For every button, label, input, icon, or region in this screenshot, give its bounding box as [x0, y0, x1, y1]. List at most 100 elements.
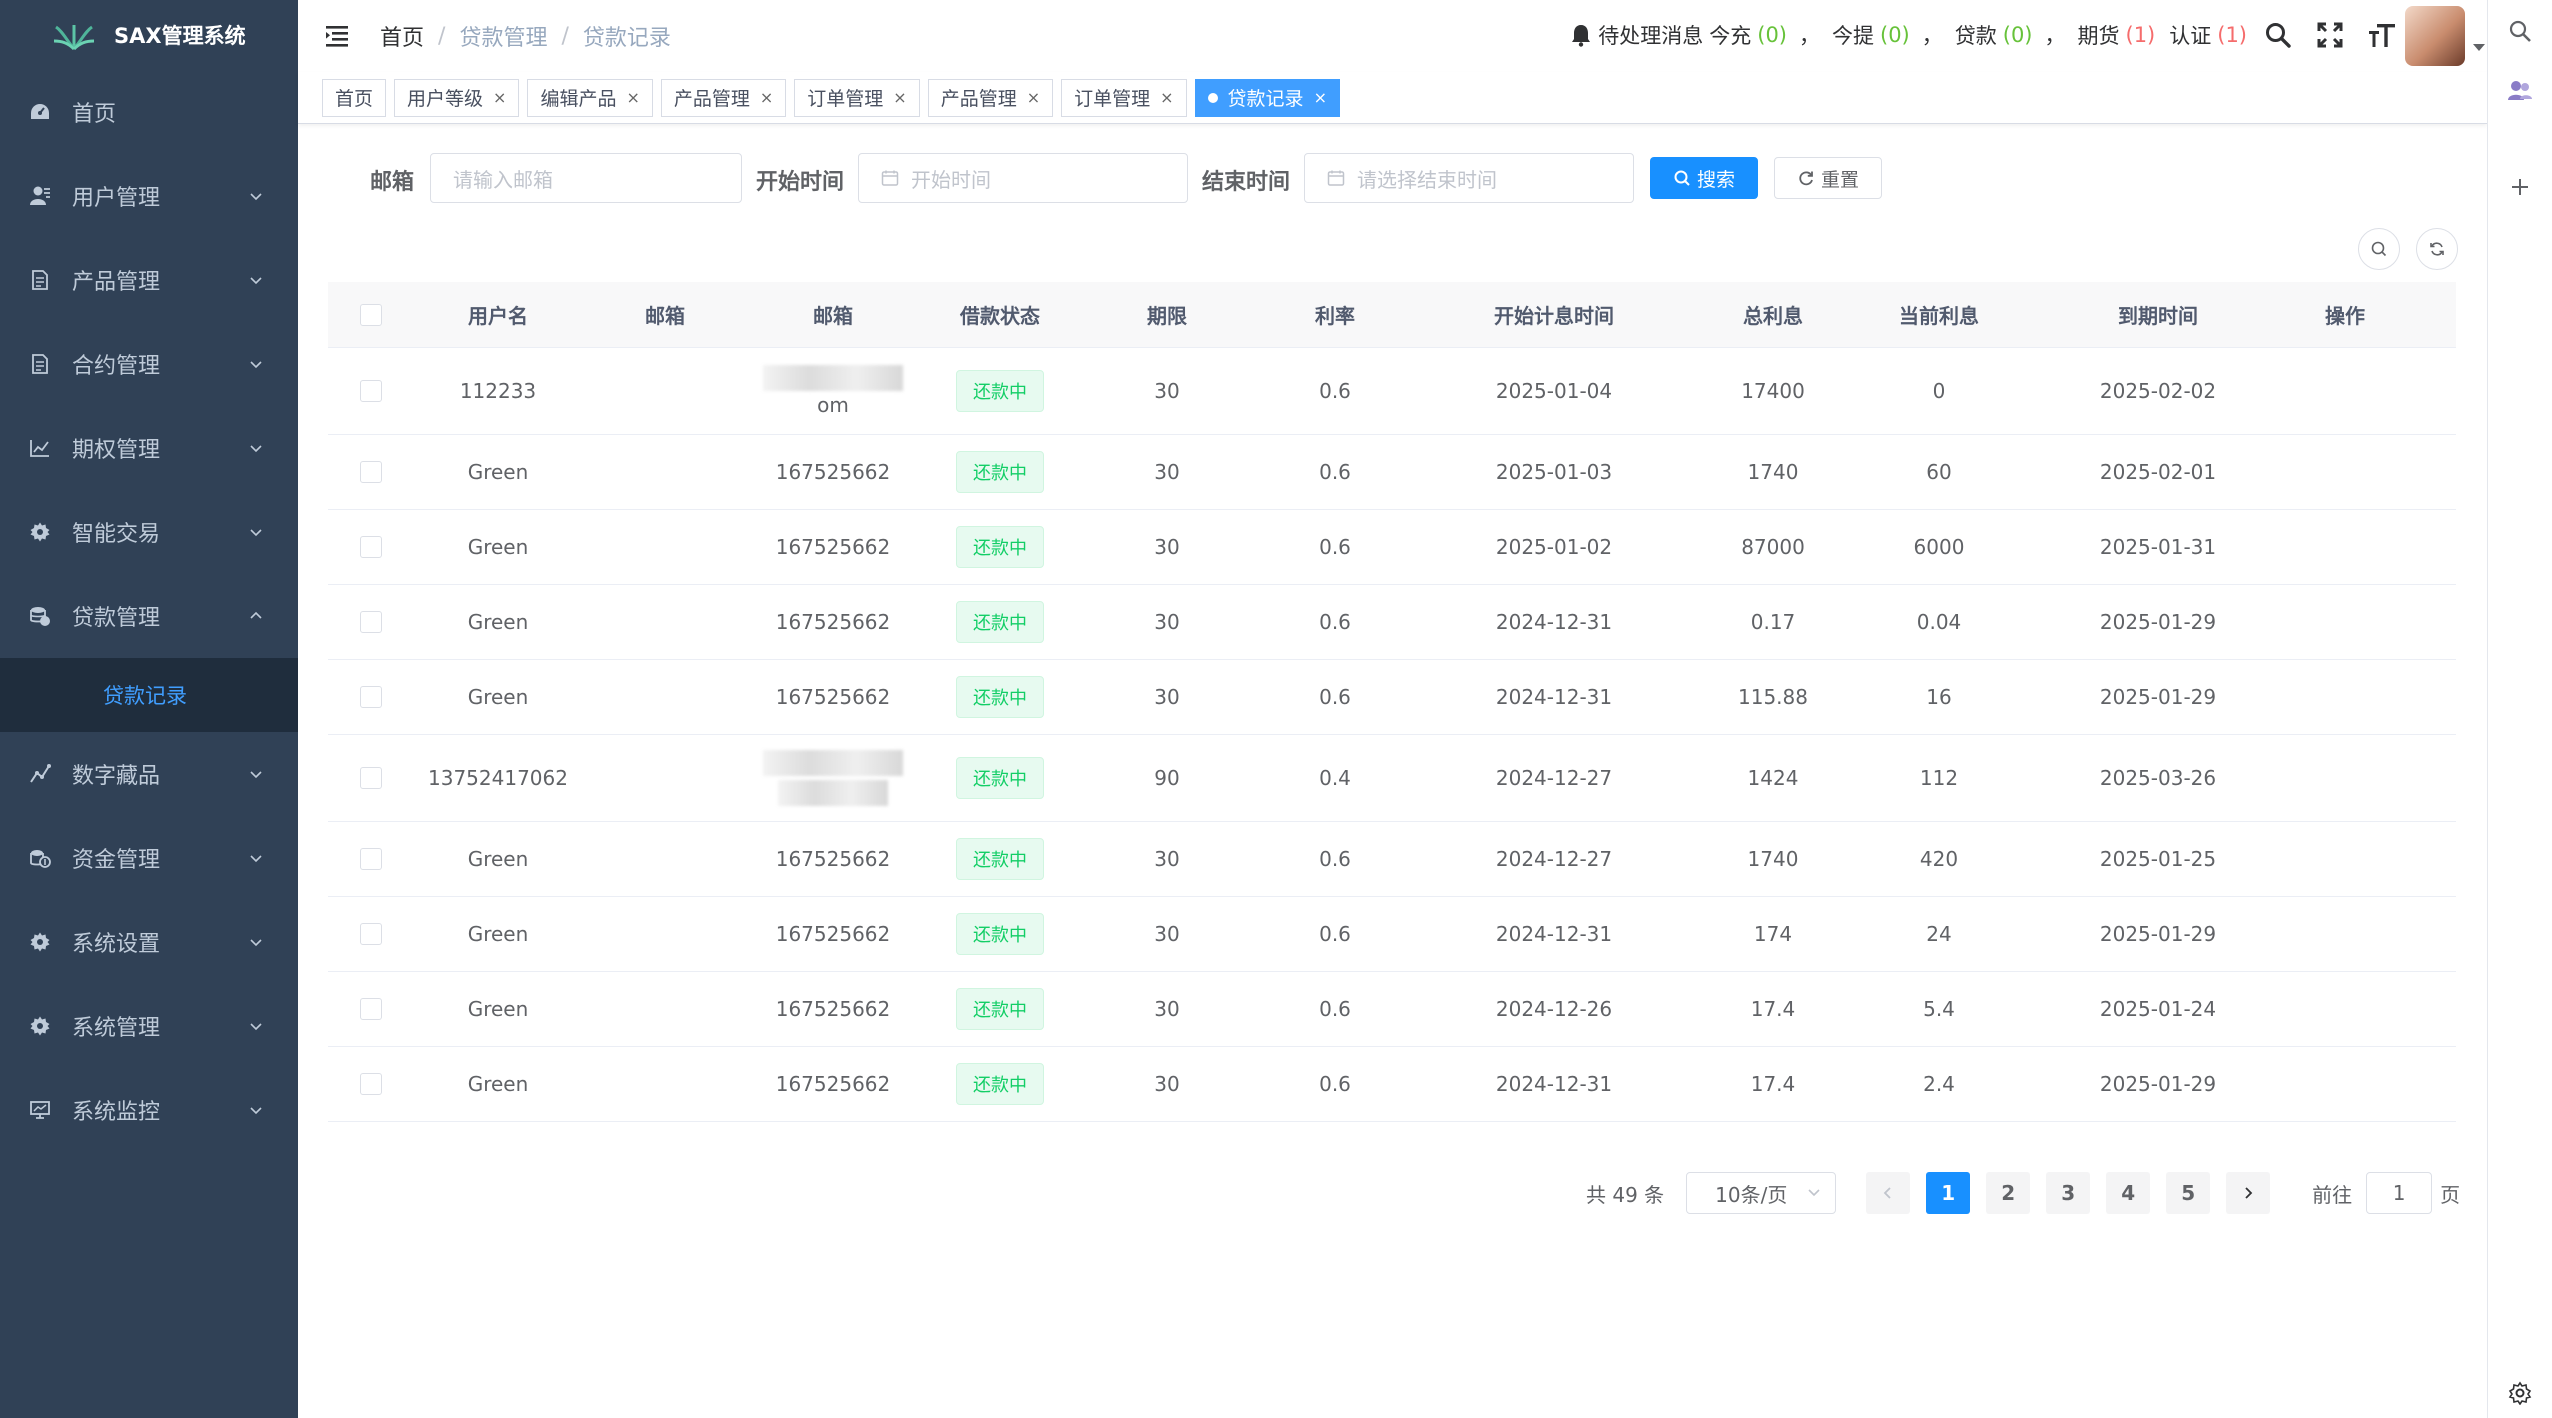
header-username[interactable]: 用户名: [414, 300, 582, 329]
row-checkbox[interactable]: [360, 611, 382, 633]
header-due-time[interactable]: 到期时间: [2022, 300, 2294, 329]
close-icon[interactable]: ×: [1160, 88, 1173, 107]
tag-item[interactable]: 产品管理 ×: [660, 78, 787, 117]
tag-item[interactable]: 编辑产品 ×: [527, 78, 653, 117]
tag-item[interactable]: 产品管理 ×: [927, 78, 1054, 117]
header-start-time[interactable]: 开始计息时间: [1418, 300, 1690, 329]
tag-item[interactable]: 用户等级 ×: [394, 78, 520, 117]
row-checkbox[interactable]: [360, 848, 382, 870]
header-email[interactable]: 邮箱: [748, 300, 918, 329]
start-time-placeholder: 开始时间: [911, 167, 991, 192]
tag-item[interactable]: 贷款记录 ×: [1194, 78, 1340, 117]
next-page-button[interactable]: [2226, 1172, 2271, 1214]
prev-page-button[interactable]: [1866, 1172, 1911, 1214]
close-icon[interactable]: ×: [760, 88, 773, 107]
header-loan-status[interactable]: 借款状态: [918, 300, 1082, 329]
tag-item[interactable]: 订单管理 ×: [1061, 78, 1187, 117]
rate-cell: 0.6: [1319, 379, 1351, 403]
sidebar-item-system-management[interactable]: 系统管理: [0, 984, 298, 1068]
search-button[interactable]: 搜索: [1650, 157, 1758, 199]
sidebar-subitem-label: 贷款记录: [103, 684, 187, 708]
page-button[interactable]: 3: [2046, 1172, 2091, 1214]
tag-item[interactable]: 订单管理 ×: [794, 78, 920, 117]
header-rate[interactable]: 利率: [1252, 300, 1418, 329]
table-row[interactable]: 112233 om 还款中 30 0.6 2025-01-04 17400 0 2025-02-…: [328, 348, 2456, 435]
close-icon[interactable]: ×: [1314, 88, 1327, 107]
sidebar-item-smart-trading[interactable]: 智能交易: [0, 490, 298, 574]
table-row[interactable]: Green 167525662 还款中 30 0.6 2025-01-03 1740 60 20…: [328, 435, 2456, 510]
table-row[interactable]: Green 167525662 还款中 30 0.6 2024-12-27 1740 420 2…: [328, 822, 2456, 897]
caret-down-icon[interactable]: [2473, 44, 2485, 51]
close-icon[interactable]: ×: [493, 88, 506, 107]
table-row[interactable]: Green 167525662 还款中 30 0.6 2024-12-31 0.17 0.04…: [328, 585, 2456, 660]
email-input[interactable]: 请输入邮箱: [430, 153, 742, 203]
header-term[interactable]: 期限: [1082, 300, 1252, 329]
close-icon[interactable]: ×: [626, 88, 639, 107]
sidebar-item-option-management[interactable]: 期权管理: [0, 406, 298, 490]
toggle-search-button[interactable]: [2358, 228, 2400, 270]
page-button[interactable]: 4: [2106, 1172, 2151, 1214]
start-time-picker[interactable]: 开始时间: [858, 153, 1188, 203]
row-checkbox[interactable]: [360, 767, 382, 789]
table-row[interactable]: 13752417062 还款中 90 0.4 2024-12-27 1424 112 2025…: [328, 735, 2456, 822]
table-row[interactable]: Green 167525662 还款中 30 0.6 2024-12-31 174 24 202…: [328, 897, 2456, 972]
close-icon[interactable]: ×: [893, 88, 906, 107]
sidebar-item-system-settings[interactable]: 系统设置: [0, 900, 298, 984]
close-icon[interactable]: ×: [1027, 88, 1040, 107]
hamburger-icon[interactable]: [324, 22, 352, 50]
row-checkbox[interactable]: [360, 923, 382, 945]
sidebar-item-fund-management[interactable]: 资金管理: [0, 816, 298, 900]
header-total-interest[interactable]: 总利息: [1690, 300, 1856, 329]
sidebar-subitem-loan-records[interactable]: 贷款记录: [0, 658, 298, 732]
page-button[interactable]: 5: [2166, 1172, 2211, 1214]
settings-icon[interactable]: [2505, 1378, 2535, 1408]
avatar[interactable]: [2405, 6, 2465, 66]
goto-page-input[interactable]: 1: [2366, 1172, 2433, 1214]
notice-separator: ，: [1921, 24, 1943, 48]
search-icon[interactable]: [2263, 18, 2293, 52]
row-checkbox[interactable]: [360, 536, 382, 558]
font-size-icon[interactable]: [2367, 18, 2397, 52]
sidebar-item-loan-management[interactable]: 贷款管理: [0, 574, 298, 658]
header-email[interactable]: 邮箱: [582, 300, 748, 329]
row-checkbox[interactable]: [360, 1073, 382, 1095]
page-button[interactable]: 1: [1926, 1172, 1971, 1214]
end-time-picker[interactable]: 请选择结束时间: [1304, 153, 1634, 203]
user-group-icon[interactable]: [2505, 76, 2535, 106]
page-size-select[interactable]: 10条/页: [1686, 1172, 1837, 1214]
header-current-interest[interactable]: 当前利息: [1856, 300, 2022, 329]
breadcrumb-home[interactable]: 首页: [380, 20, 424, 52]
plus-icon[interactable]: [2505, 172, 2535, 202]
row-checkbox[interactable]: [360, 998, 382, 1020]
status-badge: 还款中: [956, 1063, 1044, 1105]
search-form: 邮箱 请输入邮箱 开始时间 开始时间 结束时间 请选择结束时间 搜索 重置: [298, 124, 2487, 270]
table-row[interactable]: Green 167525662 还款中 30 0.6 2024-12-31 17.4 2.4 2…: [328, 1047, 2456, 1122]
search-icon[interactable]: [2505, 16, 2535, 46]
row-select-cell: [328, 998, 414, 1020]
page-button[interactable]: 2: [1986, 1172, 2031, 1214]
start-time-cell: 2024-12-27: [1495, 847, 1613, 871]
tag-item[interactable]: 首页: [322, 78, 387, 117]
select-all-checkbox[interactable]: [360, 303, 382, 326]
reset-button[interactable]: 重置: [1774, 157, 1882, 199]
sidebar-item-digital-collectibles[interactable]: 数字藏品: [0, 732, 298, 816]
sidebar-item-contract-management[interactable]: 合约管理: [0, 322, 298, 406]
sidebar-item-user-management[interactable]: 用户管理: [0, 154, 298, 238]
pending-notice[interactable]: 待处理消息 今充 (0) ， 今提 (0) ， 贷款 (0) ， 期货 (1) …: [1570, 20, 2247, 50]
refresh-table-button[interactable]: [2416, 228, 2458, 270]
logo[interactable]: SAX管理系统: [0, 0, 298, 70]
sidebar-item-system-monitor[interactable]: 系统监控: [0, 1068, 298, 1152]
status-cell: 还款中: [918, 913, 1082, 955]
sidebar-item-product-management[interactable]: 产品管理: [0, 238, 298, 322]
table-row[interactable]: Green 167525662 还款中 30 0.6 2025-01-02 87000 600…: [328, 510, 2456, 585]
table-row[interactable]: Green 167525662 还款中 30 0.6 2024-12-31 115.88 16…: [328, 660, 2456, 735]
fullscreen-icon[interactable]: [2315, 18, 2345, 52]
row-checkbox[interactable]: [360, 380, 382, 402]
row-checkbox[interactable]: [360, 461, 382, 483]
row-select-cell: [328, 536, 414, 558]
sidebar-menu: 首页 用户管理 产品管理 合约管理 期权管理 智能交易 贷款管理 贷款记录 数字藏品 资金管理 系统…: [0, 70, 298, 1152]
table-row[interactable]: Green 167525662 还款中 30 0.6 2024-12-26 17.4 5.4 2…: [328, 972, 2456, 1047]
row-checkbox[interactable]: [360, 686, 382, 708]
term-cell: 30: [1154, 610, 1180, 634]
sidebar-item-home[interactable]: 首页: [0, 70, 298, 154]
